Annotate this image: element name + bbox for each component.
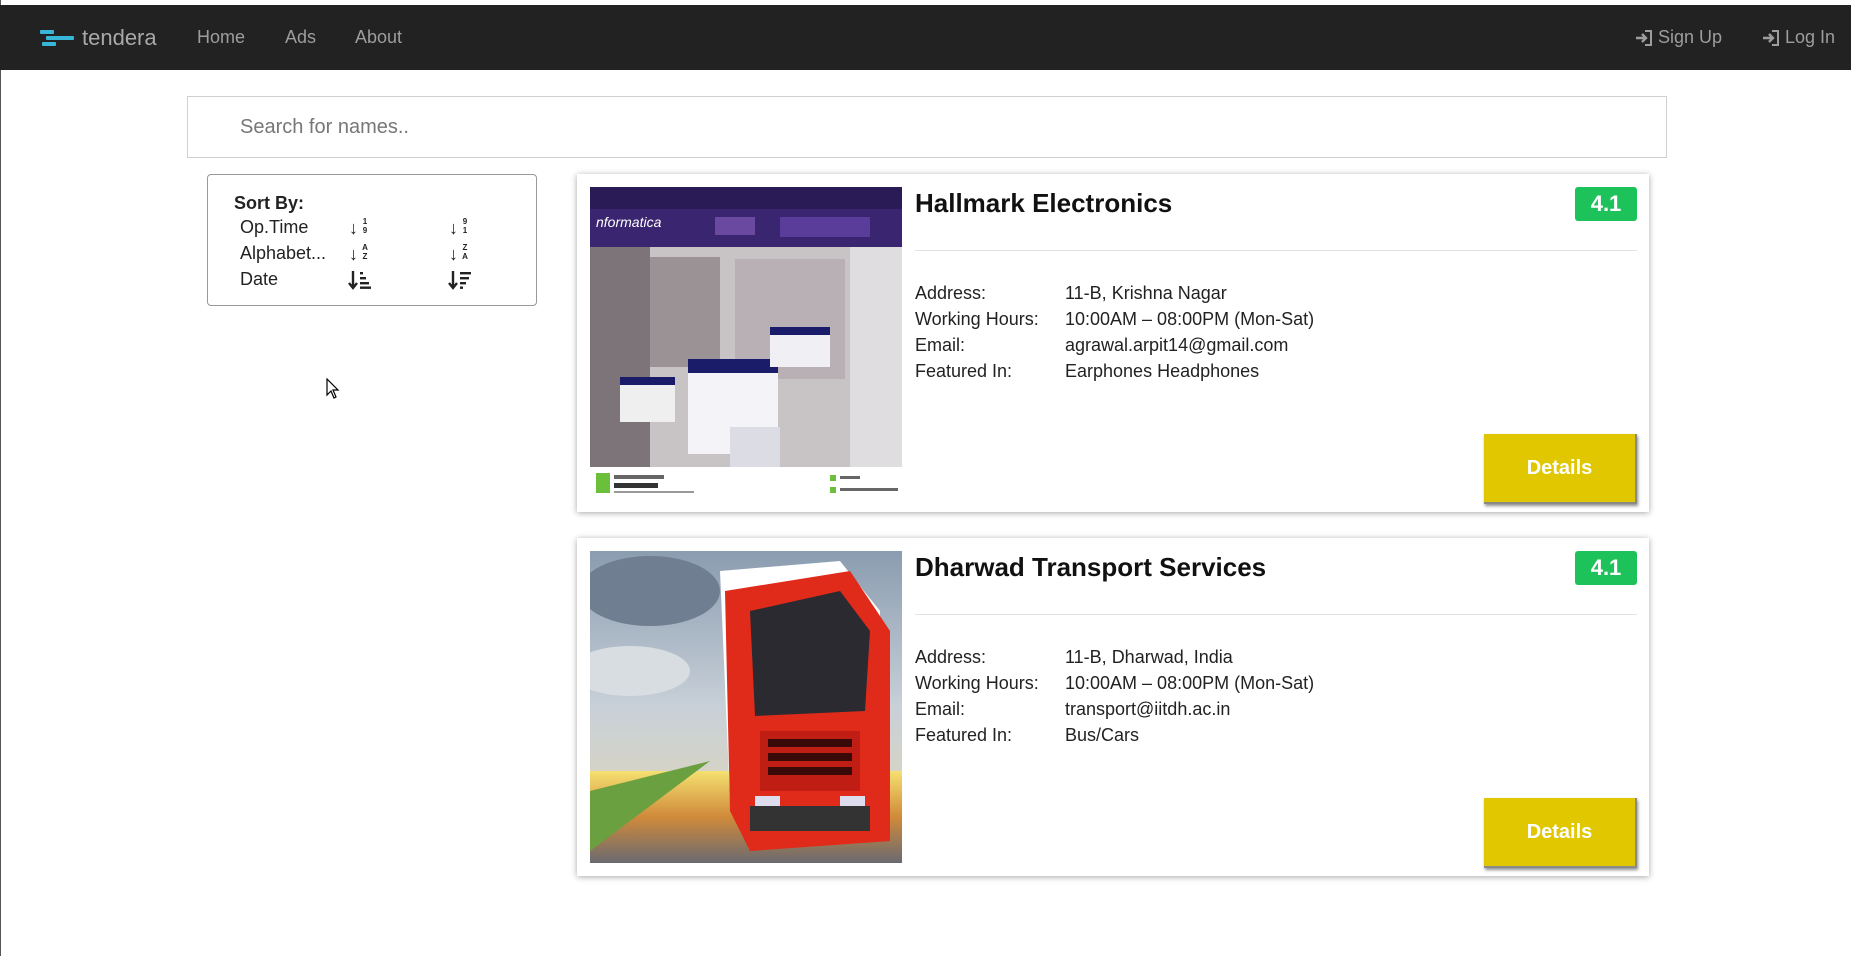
email-value: agrawal.arpit14@gmail.com xyxy=(1065,335,1289,355)
details-button[interactable]: Details xyxy=(1484,434,1637,504)
sign-in-icon xyxy=(1636,29,1652,46)
sort-panel: Sort By: Op.Time ↓ 1 9 ↓ 9 1 Alphabet... ↓ A Z… xyxy=(207,174,537,306)
sort-alpha-descending-icon[interactable]: ↓ Z A xyxy=(448,243,472,267)
hours-label: Working Hours: xyxy=(915,673,1039,693)
listing-card: nformatica Hallmark Electronics 4.1 Addr… xyxy=(577,174,1649,512)
listing-title[interactable]: Hallmark Electronics xyxy=(915,188,1172,219)
window-edge xyxy=(0,0,1,956)
hours-value: 10:00AM – 08:00PM (Mon-Sat) xyxy=(1065,309,1315,329)
address-label: Address: xyxy=(915,283,987,303)
brand[interactable]: tendera xyxy=(40,5,157,70)
signup-link[interactable]: Sign Up xyxy=(1634,5,1722,70)
address-value: 11-B, Dharwad, India xyxy=(1065,647,1233,667)
sort-label: Alphabet... xyxy=(240,243,327,263)
sort-alpha-ascending-icon[interactable]: ↓ A Z xyxy=(348,243,372,267)
hours-label: Working Hours: xyxy=(915,309,1039,329)
rating-badge: 4.1 xyxy=(1575,187,1637,221)
email-value: transport@iitdh.ac.in xyxy=(1065,699,1231,719)
listing-title[interactable]: Dharwad Transport Services xyxy=(915,552,1266,583)
login-label: Log In xyxy=(1785,27,1836,47)
email-label: Email: xyxy=(915,335,966,355)
listing-image: nformatica xyxy=(590,187,902,499)
details-button[interactable]: Details xyxy=(1484,798,1637,868)
sort-amount-ascending-icon[interactable] xyxy=(348,269,372,293)
featured-label: Featured In: xyxy=(915,361,1013,381)
address-value: 11-B, Krishna Nagar xyxy=(1065,283,1227,303)
sort-title: Sort By: xyxy=(234,193,305,213)
listing-info: Address: 11-B, Dharwad, India Working Hou… xyxy=(915,644,1314,748)
navbar: tendera Home Ads About Sign Up Log In xyxy=(0,5,1851,70)
address-label: Address: xyxy=(915,647,987,667)
nav-ads[interactable]: Ads xyxy=(285,5,316,70)
featured-value: Bus/Cars xyxy=(1065,725,1140,745)
listing-card: Dharwad Transport Services 4.1 Address: 1… xyxy=(577,538,1649,876)
rating-badge: 4.1 xyxy=(1575,551,1637,585)
search-input[interactable] xyxy=(188,97,1666,157)
search-box xyxy=(187,96,1667,158)
featured-label: Featured In: xyxy=(915,725,1013,745)
sort-label: Date xyxy=(240,269,279,289)
listing-info: Address: 11-B, Krishna Nagar Working Hour… xyxy=(915,280,1314,384)
sort-numeric-descending-icon[interactable]: ↓ 9 1 xyxy=(448,217,472,241)
sort-amount-descending-icon[interactable] xyxy=(448,269,472,293)
hours-value: 10:00AM – 08:00PM (Mon-Sat) xyxy=(1065,673,1315,693)
sign-in-icon xyxy=(1763,29,1779,46)
sort-numeric-ascending-icon[interactable]: ↓ 1 9 xyxy=(348,217,372,241)
mouse-cursor-icon xyxy=(326,378,340,399)
featured-value: Earphones Headphones xyxy=(1065,361,1260,381)
nav-home[interactable]: Home xyxy=(197,5,245,70)
divider xyxy=(915,614,1637,615)
sort-label: Op.Time xyxy=(240,217,309,237)
nav-about[interactable]: About xyxy=(355,5,402,70)
brand-logo-icon xyxy=(40,28,74,48)
signup-label: Sign Up xyxy=(1658,27,1723,47)
brand-name: tendera xyxy=(82,24,157,50)
divider xyxy=(915,250,1637,251)
email-label: Email: xyxy=(915,699,966,719)
listing-image xyxy=(590,551,902,863)
login-link[interactable]: Log In xyxy=(1761,5,1835,70)
svg-text:nformatica: nformatica xyxy=(596,214,662,230)
